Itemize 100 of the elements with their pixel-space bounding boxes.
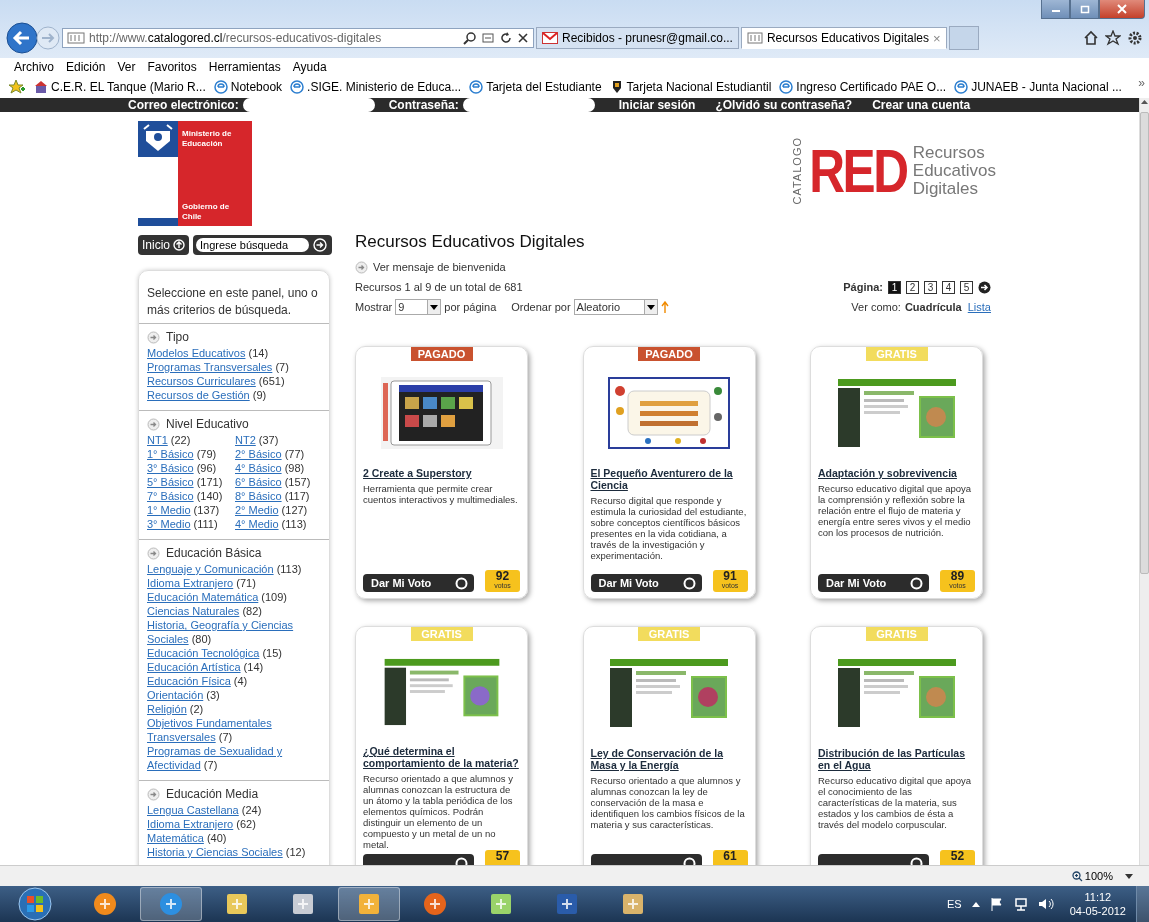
search-field[interactable]: Ingrese búsqueda xyxy=(196,238,309,252)
menu-item[interactable]: Ver xyxy=(117,60,136,74)
resource-title[interactable]: Ley de Conservación de la Masa y la Energía xyxy=(590,747,748,771)
menu-item[interactable]: Archivo xyxy=(14,60,54,74)
filter-link[interactable]: Recursos de Gestión (9) xyxy=(147,388,321,402)
filter-link[interactable]: Historia, Geografía y Ciencias Sociales (80) xyxy=(147,618,321,646)
account-link[interactable]: ¿Olvidó su contraseña? xyxy=(715,98,853,112)
browser-tab[interactable]: Recursos Educativos Digitales × xyxy=(740,27,947,49)
filter-link[interactable]: Idioma Extranjero (62) xyxy=(147,817,321,831)
filter-link[interactable]: Programas de Sexualidad y Afectividad (7) xyxy=(147,744,321,772)
taskbar-app[interactable] xyxy=(338,887,400,921)
clock-time[interactable]: 11:12 xyxy=(1084,890,1112,904)
close-button[interactable] xyxy=(1099,0,1145,19)
favorite-label[interactable]: C.E.R. EL Tanque (Mario R... xyxy=(51,80,206,94)
more-favorites-button[interactable]: » xyxy=(1138,76,1145,90)
vote-button[interactable]: Dar Mi Voto xyxy=(590,574,702,592)
account-link[interactable]: Iniciar sesión xyxy=(618,98,696,112)
star-icon[interactable] xyxy=(1105,30,1121,46)
filter-link[interactable]: 3° Medio (111) xyxy=(147,517,235,531)
order-dropdown[interactable]: Aleatorio xyxy=(573,299,658,315)
filter-link[interactable]: Objetivos Fundamentales Transversales (7) xyxy=(147,716,321,744)
filter-link[interactable]: Lengua Castellana (24) xyxy=(147,803,321,817)
favorite-label[interactable]: Ingreso Certificado PAE O... xyxy=(796,80,947,94)
menu-item[interactable]: Ayuda xyxy=(292,60,327,74)
menu-item[interactable]: Favoritos xyxy=(147,60,197,74)
scrollbar[interactable] xyxy=(1139,98,1149,865)
next-page-icon[interactable] xyxy=(978,280,991,294)
filter-link[interactable]: 7° Básico (140) xyxy=(147,489,235,503)
filter-link[interactable]: Religión (2) xyxy=(147,702,321,716)
flag-icon[interactable] xyxy=(989,897,1004,911)
list-view-link[interactable]: Lista xyxy=(967,301,991,313)
filter-link[interactable]: 4° Medio (113) xyxy=(235,517,323,531)
minimize-button[interactable] xyxy=(1041,0,1070,19)
filter-link[interactable]: 2° Básico (77) xyxy=(235,447,323,461)
vote-button[interactable]: Dar Mi Voto xyxy=(363,574,474,592)
filter-link[interactable]: 8° Básico (117) xyxy=(235,489,323,503)
home-icon[interactable] xyxy=(1083,30,1099,46)
filter-link[interactable]: Educación Matemática (109) xyxy=(147,590,321,604)
filter-link[interactable]: Ciencias Naturales (82) xyxy=(147,604,321,618)
page-link[interactable]: 3 xyxy=(924,280,937,294)
resource-title[interactable]: Distribución de las Partículas en el Agua xyxy=(818,747,975,771)
filter-link[interactable]: 1° Básico (79) xyxy=(147,447,235,461)
filter-link[interactable]: 1° Medio (137) xyxy=(147,503,235,517)
favorite-label[interactable]: Tarjeta Nacional Estudiantil xyxy=(626,80,772,94)
filter-link[interactable]: NT2 (37) xyxy=(235,433,323,447)
search-icon[interactable] xyxy=(463,31,477,45)
tray-expand-icon[interactable] xyxy=(971,901,980,907)
filter-link[interactable]: Educación Artística (14) xyxy=(147,660,321,674)
stop-icon[interactable] xyxy=(517,32,529,44)
filter-link[interactable]: 4° Básico (98) xyxy=(235,461,323,475)
search-go-icon[interactable] xyxy=(313,238,327,252)
filter-link[interactable]: Educación Física (4) xyxy=(147,674,321,688)
network-icon[interactable] xyxy=(1013,897,1028,911)
home-button[interactable]: Inicio xyxy=(138,235,189,255)
filter-link[interactable]: Matemática (40) xyxy=(147,831,321,845)
zoom-level[interactable]: 100% xyxy=(1071,870,1113,882)
page-link[interactable]: 2 xyxy=(906,280,919,294)
resource-title[interactable]: Adaptación y sobrevivencia xyxy=(818,467,975,479)
welcome-link[interactable]: Ver mensaje de bienvenida xyxy=(373,261,506,273)
resource-title[interactable]: 2 Create a Superstory xyxy=(363,467,520,479)
page-link[interactable]: 1 xyxy=(888,280,901,294)
menu-item[interactable]: Herramientas xyxy=(208,60,281,74)
resource-title[interactable]: ¿Qué determina el comportamiento de la materia? xyxy=(363,745,520,769)
favorites-star-icon[interactable] xyxy=(8,79,26,95)
filter-link[interactable]: Lenguaje y Comunicación (113) xyxy=(147,562,321,576)
settings-icon[interactable] xyxy=(1127,30,1143,46)
favorite-label[interactable]: Notebook xyxy=(230,80,283,94)
favorite-label[interactable]: Tarjeta del Estudiante xyxy=(486,80,602,94)
filter-link[interactable]: Modelos Educativos (14) xyxy=(147,346,321,360)
vote-button[interactable]: Dar Mi Voto xyxy=(818,574,929,592)
page-link[interactable]: 4 xyxy=(942,280,955,294)
resource-title[interactable]: El Pequeño Aventurero de la Ciencia xyxy=(590,467,748,491)
filter-link[interactable]: 6° Básico (157) xyxy=(235,475,323,489)
dropdown-caret-icon[interactable] xyxy=(1125,873,1133,879)
filter-link[interactable]: 5° Básico (171) xyxy=(147,475,235,489)
address-bar[interactable]: http://www.catalogored.cl/recursos-educativos-digitales xyxy=(62,28,534,48)
filter-link[interactable]: Historia y Ciencias Sociales (12) xyxy=(147,845,321,859)
filter-link[interactable]: Recursos Curriculares (651) xyxy=(147,374,321,388)
filter-link[interactable]: Orientación (3) xyxy=(147,688,321,702)
favorite-label[interactable]: .SIGE. Ministerio de Educa... xyxy=(307,80,462,94)
filter-link[interactable]: 2° Medio (127) xyxy=(235,503,323,517)
refresh-icon[interactable] xyxy=(499,31,513,45)
per-page-dropdown[interactable]: 9 xyxy=(395,299,442,315)
filter-link[interactable]: 3° Básico (96) xyxy=(147,461,235,475)
start-button[interactable] xyxy=(18,887,52,921)
maximize-button[interactable] xyxy=(1070,0,1099,19)
filter-link[interactable]: NT1 (22) xyxy=(147,433,235,447)
filter-link[interactable]: Idioma Extranjero (71) xyxy=(147,576,321,590)
menu-item[interactable]: Edición xyxy=(66,60,106,74)
clock-date[interactable]: 04-05-2012 xyxy=(1069,904,1126,918)
back-button[interactable] xyxy=(6,22,38,54)
language-indicator[interactable]: ES xyxy=(947,898,962,910)
filter-link[interactable]: Programas Transversales (7) xyxy=(147,360,321,374)
speaker-icon[interactable] xyxy=(1037,897,1054,911)
account-link[interactable]: Crear una cuenta xyxy=(872,98,971,112)
filter-link[interactable]: Educación Tecnológica (15) xyxy=(147,646,321,660)
close-tab-button[interactable]: × xyxy=(933,30,941,46)
favorite-label[interactable]: JUNAEB - Junta Nacional ... xyxy=(971,80,1122,94)
page-link[interactable]: 5 xyxy=(960,280,973,294)
browser-tab[interactable]: Recibidos - prunesr@gmail.co... xyxy=(536,27,739,49)
